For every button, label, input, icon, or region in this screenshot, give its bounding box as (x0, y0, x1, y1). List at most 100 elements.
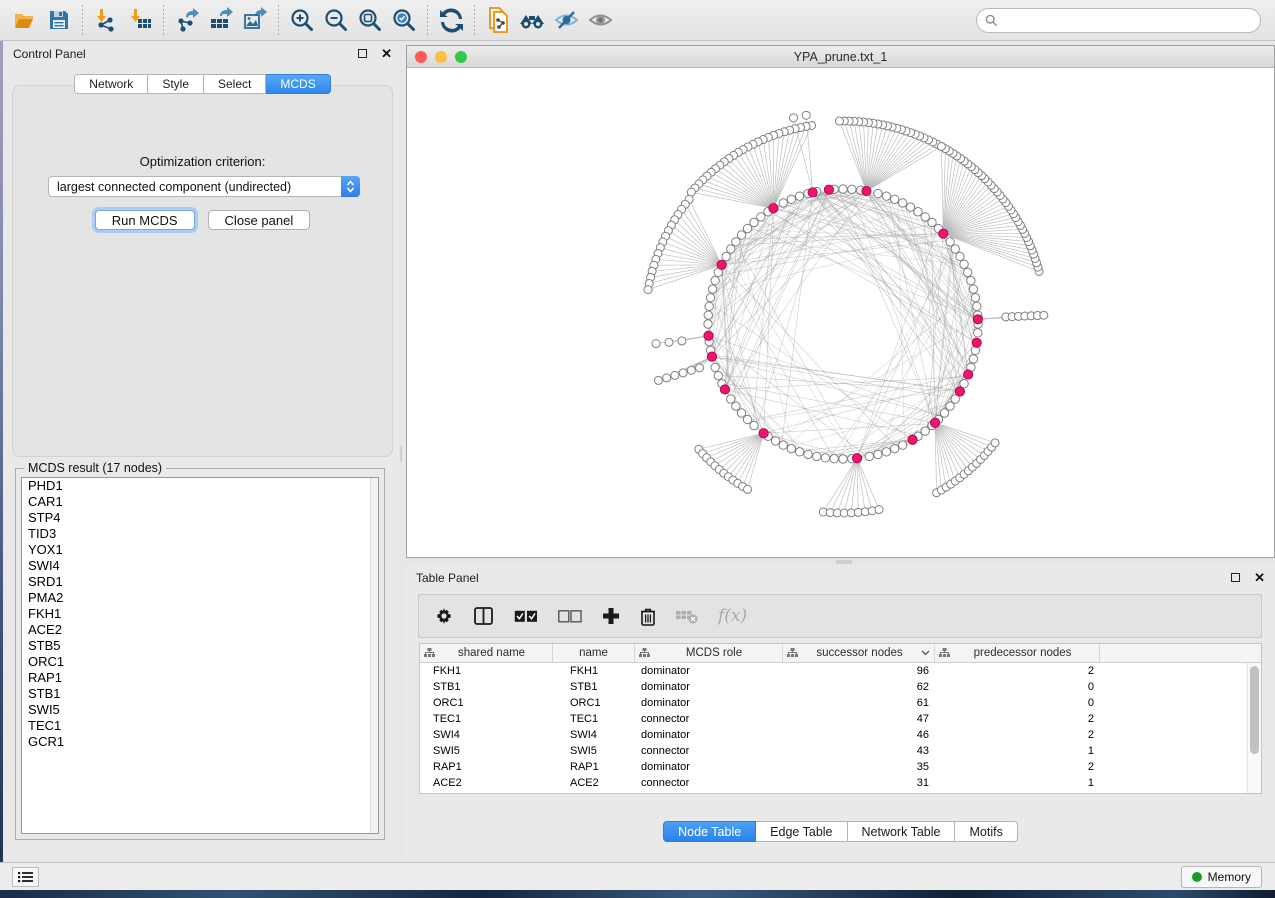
table-scrollbar[interactable] (1247, 663, 1261, 793)
hide-selected-icon[interactable] (549, 3, 583, 37)
show-all-icon[interactable] (583, 3, 617, 37)
mcds-result-list[interactable]: PHD1CAR1STP4TID3YOX1SWI4SRD1PMA2FKH1ACE2… (21, 477, 379, 834)
network-node[interactable] (991, 439, 999, 447)
mcds-result-item[interactable]: GCR1 (22, 734, 378, 750)
tab-mcds[interactable]: MCDS (266, 74, 330, 94)
mcds-result-item[interactable]: CAR1 (22, 494, 378, 510)
close-panel-icon[interactable]: ✕ (1254, 571, 1265, 584)
network-node[interactable] (644, 286, 652, 294)
column-header-MCDS-role[interactable]: MCDS role (635, 644, 783, 662)
clone-network-icon[interactable] (481, 3, 515, 37)
save-session-icon[interactable] (42, 3, 76, 37)
network-node[interactable] (706, 293, 714, 301)
network-node[interactable] (711, 363, 719, 371)
network-node[interactable] (921, 427, 929, 435)
close-panel-icon[interactable]: ✕ (381, 47, 392, 60)
zoom-selected-icon[interactable] (387, 3, 421, 37)
mcds-result-item[interactable]: SRD1 (22, 574, 378, 590)
column-header-predecessor-nodes[interactable]: predecessor nodes (935, 644, 1100, 662)
mcds-list-scrollbar[interactable] (370, 478, 378, 833)
zoom-in-icon[interactable] (285, 3, 319, 37)
network-node[interactable] (779, 441, 787, 449)
network-node[interactable] (946, 402, 954, 410)
network-node[interactable] (704, 311, 712, 319)
table-row[interactable]: YOX1YOX1connector291 (420, 791, 1247, 793)
run-mcds-button[interactable]: Run MCDS (95, 210, 195, 230)
mcds-node[interactable] (972, 338, 981, 347)
mcds-node[interactable] (808, 188, 817, 197)
mcds-node[interactable] (908, 435, 917, 444)
network-node[interactable] (921, 213, 929, 221)
mcds-node[interactable] (704, 331, 713, 340)
mcds-result-item[interactable]: PMA2 (22, 590, 378, 606)
network-node[interactable] (790, 114, 798, 122)
mcds-result-item[interactable]: ORC1 (22, 654, 378, 670)
mcds-result-item[interactable]: TID3 (22, 526, 378, 542)
tab-node-table[interactable]: Node Table (663, 821, 756, 842)
network-node[interactable] (899, 441, 907, 449)
network-node[interactable] (795, 448, 803, 456)
table-row[interactable]: ORC1ORC1dominator610 (420, 695, 1247, 711)
mcds-node[interactable] (853, 454, 862, 463)
mcds-node[interactable] (759, 429, 768, 438)
show-columns-icon[interactable] (474, 607, 494, 626)
network-window-titlebar[interactable]: YPA_prune.txt_1 (407, 46, 1274, 68)
float-panel-icon[interactable] (1231, 573, 1240, 582)
close-panel-button[interactable]: Close panel (208, 210, 311, 230)
network-node[interactable] (946, 238, 954, 246)
mcds-node[interactable] (964, 370, 973, 379)
network-node[interactable] (687, 366, 695, 374)
mcds-node[interactable] (824, 185, 833, 194)
memory-button[interactable]: Memory (1181, 866, 1262, 888)
column-header-name[interactable]: name (553, 644, 635, 662)
network-node[interactable] (899, 199, 907, 207)
network-node[interactable] (848, 185, 856, 193)
tab-style[interactable]: Style (148, 74, 204, 94)
network-node[interactable] (1040, 311, 1048, 319)
mcds-result-item[interactable]: STB1 (22, 686, 378, 702)
mcds-result-item[interactable]: YOX1 (22, 542, 378, 558)
network-node[interactable] (835, 117, 843, 125)
search-input[interactable] (998, 14, 1252, 28)
search-network-icon[interactable] (515, 3, 549, 37)
network-node[interactable] (732, 238, 740, 246)
network-node[interactable] (865, 452, 873, 460)
network-node[interactable] (882, 448, 890, 456)
network-node[interactable] (839, 455, 847, 463)
network-node[interactable] (705, 302, 713, 310)
network-node[interactable] (960, 260, 968, 268)
export-table-icon[interactable] (204, 3, 238, 37)
network-canvas[interactable] (407, 68, 1274, 557)
table-row[interactable]: FKH1FKH1dominator962 (420, 663, 1247, 679)
network-node[interactable] (914, 208, 922, 216)
network-node[interactable] (665, 338, 673, 346)
zoom-out-icon[interactable] (319, 3, 353, 37)
network-node[interactable] (678, 337, 686, 345)
table-row[interactable]: ACE2ACE2connector311 (420, 775, 1247, 791)
network-node[interactable] (974, 329, 982, 337)
table-row[interactable]: SWI5SWI5connector431 (420, 743, 1247, 759)
network-node[interactable] (787, 445, 795, 453)
network-node[interactable] (890, 445, 898, 453)
network-node[interactable] (744, 485, 752, 493)
network-node[interactable] (969, 285, 977, 293)
tab-select[interactable]: Select (204, 74, 266, 94)
table-row[interactable]: SWI4SWI4dominator462 (420, 727, 1247, 743)
network-node[interactable] (654, 376, 662, 384)
optimization-criterion-select[interactable]: largest connected component (undirected) (48, 176, 360, 197)
network-node[interactable] (714, 371, 722, 379)
mcds-node[interactable] (955, 387, 964, 396)
network-node[interactable] (971, 293, 979, 301)
network-node[interactable] (687, 188, 695, 196)
network-node[interactable] (937, 142, 945, 150)
network-node[interactable] (704, 320, 712, 328)
network-node[interactable] (804, 450, 812, 458)
table-row[interactable]: TEC1TEC1connector472 (420, 711, 1247, 727)
network-node[interactable] (795, 192, 803, 200)
create-column-icon[interactable] (602, 607, 620, 625)
delete-column-icon[interactable] (640, 607, 656, 626)
table-options-icon[interactable] (435, 607, 454, 626)
tab-network-table[interactable]: Network Table (848, 821, 956, 842)
network-node[interactable] (812, 452, 820, 460)
network-node[interactable] (940, 409, 948, 417)
